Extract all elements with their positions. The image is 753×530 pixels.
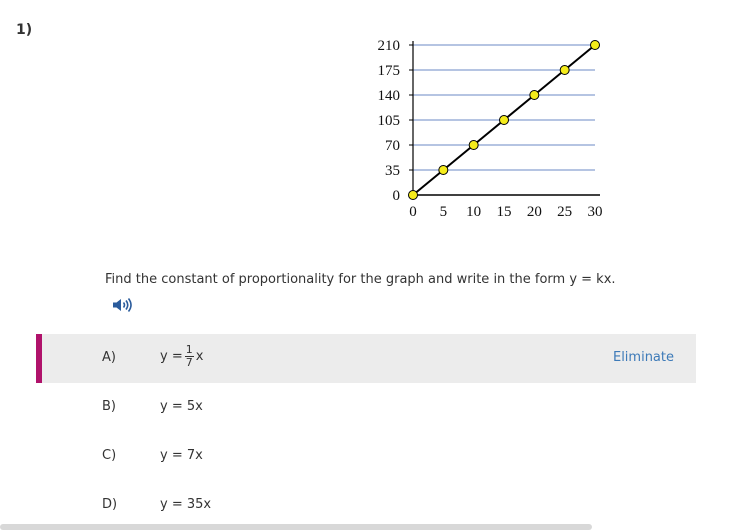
x-tick-label: 30	[588, 204, 603, 220]
y-tick-label: 175	[378, 63, 401, 79]
x-tick-label: 15	[497, 204, 512, 220]
data-point	[499, 115, 509, 125]
data-point	[468, 140, 479, 150]
answer-suffix: x	[195, 349, 204, 364]
fraction-denominator: 7	[185, 356, 193, 369]
answer-text: y = 1 7 x	[160, 344, 203, 369]
answer-text: y = 7x	[160, 448, 203, 463]
answer-option-b[interactable]: B) y = 5x	[36, 383, 696, 432]
x-axis-labels: 0 5 10 15 20 25 30	[409, 204, 602, 220]
answer-option-a[interactable]: A) y = 1 7 x Eliminate	[36, 334, 696, 383]
answer-prefix: y =	[160, 349, 183, 364]
x-tick-label: 5	[440, 204, 448, 220]
answer-letter: B)	[102, 399, 116, 414]
data-point	[438, 165, 449, 175]
answer-text: y = 35x	[160, 497, 212, 512]
y-tick-label: 105	[378, 113, 401, 129]
y-tick-label: 0	[393, 188, 401, 204]
x-tick-label: 10	[466, 204, 481, 220]
y-tick-label: 70	[385, 138, 400, 154]
answer-letter: A)	[102, 350, 116, 365]
question-number: 1)	[16, 22, 33, 38]
data-point	[529, 90, 540, 100]
horizontal-scrollbar[interactable]	[0, 524, 592, 530]
answer-text: y = 5x	[160, 399, 203, 414]
speaker-icon[interactable]	[110, 296, 134, 314]
y-tick-label: 210	[378, 38, 401, 54]
answer-letter: C)	[102, 448, 117, 463]
y-axis-labels: 0 35 70 105 140 175 210	[378, 38, 401, 204]
data-point	[559, 65, 570, 75]
chart-grid	[413, 44, 595, 171]
answer-choices: A) y = 1 7 x Eliminate B) y = 5x C) y = …	[36, 334, 696, 530]
x-tick-label: 0	[409, 204, 417, 220]
answer-option-d[interactable]: D) y = 35x	[36, 481, 696, 530]
y-tick-label: 140	[378, 88, 401, 104]
data-point	[590, 40, 600, 50]
answer-letter: D)	[102, 497, 118, 512]
x-tick-label: 25	[557, 204, 572, 220]
data-point	[408, 190, 418, 200]
y-tick-label: 35	[385, 163, 400, 179]
answer-option-c[interactable]: C) y = 7x	[36, 432, 696, 481]
proportionality-chart: 0 35 70 105 140 175 210 0 5 10 15 20 25 30	[378, 38, 603, 220]
x-tick-label: 20	[527, 204, 542, 220]
fraction: 1 7	[184, 344, 194, 369]
question-prompt: Find the constant of proportionality for…	[105, 272, 616, 287]
eliminate-button[interactable]: Eliminate	[613, 350, 674, 365]
